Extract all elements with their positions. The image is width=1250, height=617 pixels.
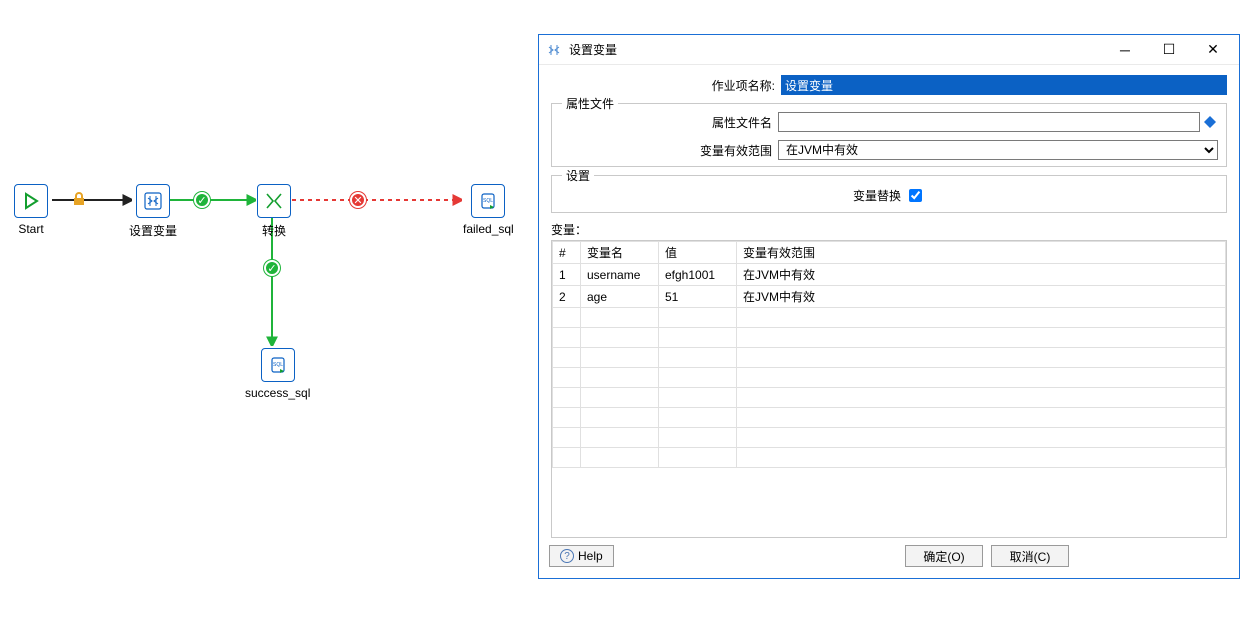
- node-success[interactable]: SQL success_sql: [245, 348, 310, 400]
- node-label: 设置变量: [129, 222, 177, 239]
- cancel-button[interactable]: 取消(C): [991, 545, 1069, 567]
- table-row-empty[interactable]: [553, 448, 1226, 468]
- col-value: 值: [659, 242, 737, 264]
- table-row-empty[interactable]: [553, 368, 1226, 388]
- table-row[interactable]: 2age51在JVM中有效: [553, 286, 1226, 308]
- minimize-button[interactable]: ─: [1103, 36, 1147, 64]
- col-idx: #: [553, 242, 581, 264]
- settings-group: 设置 变量替换: [551, 175, 1227, 213]
- dialog-title: 设置变量: [569, 41, 617, 58]
- check-icon-2: ✓: [264, 260, 280, 276]
- node-failed[interactable]: SQL failed_sql: [463, 184, 514, 236]
- vars-label: 变量：: [551, 221, 1227, 238]
- svg-text:SQL: SQL: [483, 198, 493, 204]
- help-label: Help: [578, 549, 603, 563]
- dialog-set-variable: 设置变量 ─ ☐ ✕ 作业项名称: 属性文件 属性文件名 变量有效范围: [538, 34, 1240, 579]
- check-icon: ✓: [194, 192, 210, 208]
- node-label: 转换: [257, 222, 291, 239]
- node-setvar[interactable]: 设置变量: [129, 184, 177, 239]
- edge-start-to-setvar: [52, 192, 132, 208]
- edge-transform-to-failed: [292, 192, 462, 208]
- table-row-empty[interactable]: [553, 348, 1226, 368]
- ok-button[interactable]: 确定(O): [905, 545, 983, 567]
- play-icon: [14, 184, 48, 218]
- table-row-empty[interactable]: [553, 408, 1226, 428]
- node-transform[interactable]: 转换: [257, 184, 291, 239]
- app-icon: [547, 43, 561, 57]
- table-row-empty[interactable]: [553, 308, 1226, 328]
- scope-label: 变量有效范围: [560, 142, 778, 159]
- table-header-row: # 变量名 值 变量有效范围: [553, 242, 1226, 264]
- sql-icon: SQL: [261, 348, 295, 382]
- propfile-label: 属性文件名: [560, 114, 778, 131]
- setvar-icon: [136, 184, 170, 218]
- substitute-label: 变量替换: [853, 187, 901, 204]
- table-row-empty[interactable]: [553, 328, 1226, 348]
- node-label: failed_sql: [463, 222, 514, 236]
- titlebar[interactable]: 设置变量 ─ ☐ ✕: [539, 35, 1239, 65]
- col-scope: 变量有效范围: [737, 242, 1226, 264]
- transform-icon: [257, 184, 291, 218]
- table-row[interactable]: 1usernameefgh1001在JVM中有效: [553, 264, 1226, 286]
- node-label: Start: [14, 222, 48, 236]
- help-button[interactable]: ? Help: [549, 545, 614, 567]
- svg-text:SQL: SQL: [273, 362, 283, 368]
- sql-icon: SQL: [471, 184, 505, 218]
- table-row-empty[interactable]: [553, 428, 1226, 448]
- variables-table[interactable]: # 变量名 值 变量有效范围 1usernameefgh1001在JVM中有效2…: [551, 240, 1227, 538]
- browse-variable-button[interactable]: [1202, 114, 1218, 130]
- scope-select[interactable]: 在JVM中有效: [778, 140, 1218, 160]
- settings-legend: 设置: [562, 167, 594, 184]
- close-button[interactable]: ✕: [1191, 36, 1235, 64]
- propfile-input[interactable]: [778, 112, 1200, 132]
- property-file-group: 属性文件 属性文件名 变量有效范围 在JVM中有效: [551, 103, 1227, 167]
- table-row-empty[interactable]: [553, 388, 1226, 408]
- node-start[interactable]: Start: [14, 184, 48, 236]
- substitute-checkbox[interactable]: [909, 189, 922, 202]
- error-icon: ✕: [350, 192, 366, 208]
- edge-setvar-to-transform: [166, 192, 256, 208]
- jobitem-label: 作业项名称:: [551, 77, 781, 94]
- maximize-button[interactable]: ☐: [1147, 36, 1191, 64]
- jobitem-name-input[interactable]: [781, 75, 1227, 95]
- node-label: success_sql: [245, 386, 310, 400]
- col-name: 变量名: [581, 242, 659, 264]
- property-file-legend: 属性文件: [562, 95, 618, 112]
- help-icon: ?: [560, 549, 574, 563]
- lock-icon: [70, 190, 88, 208]
